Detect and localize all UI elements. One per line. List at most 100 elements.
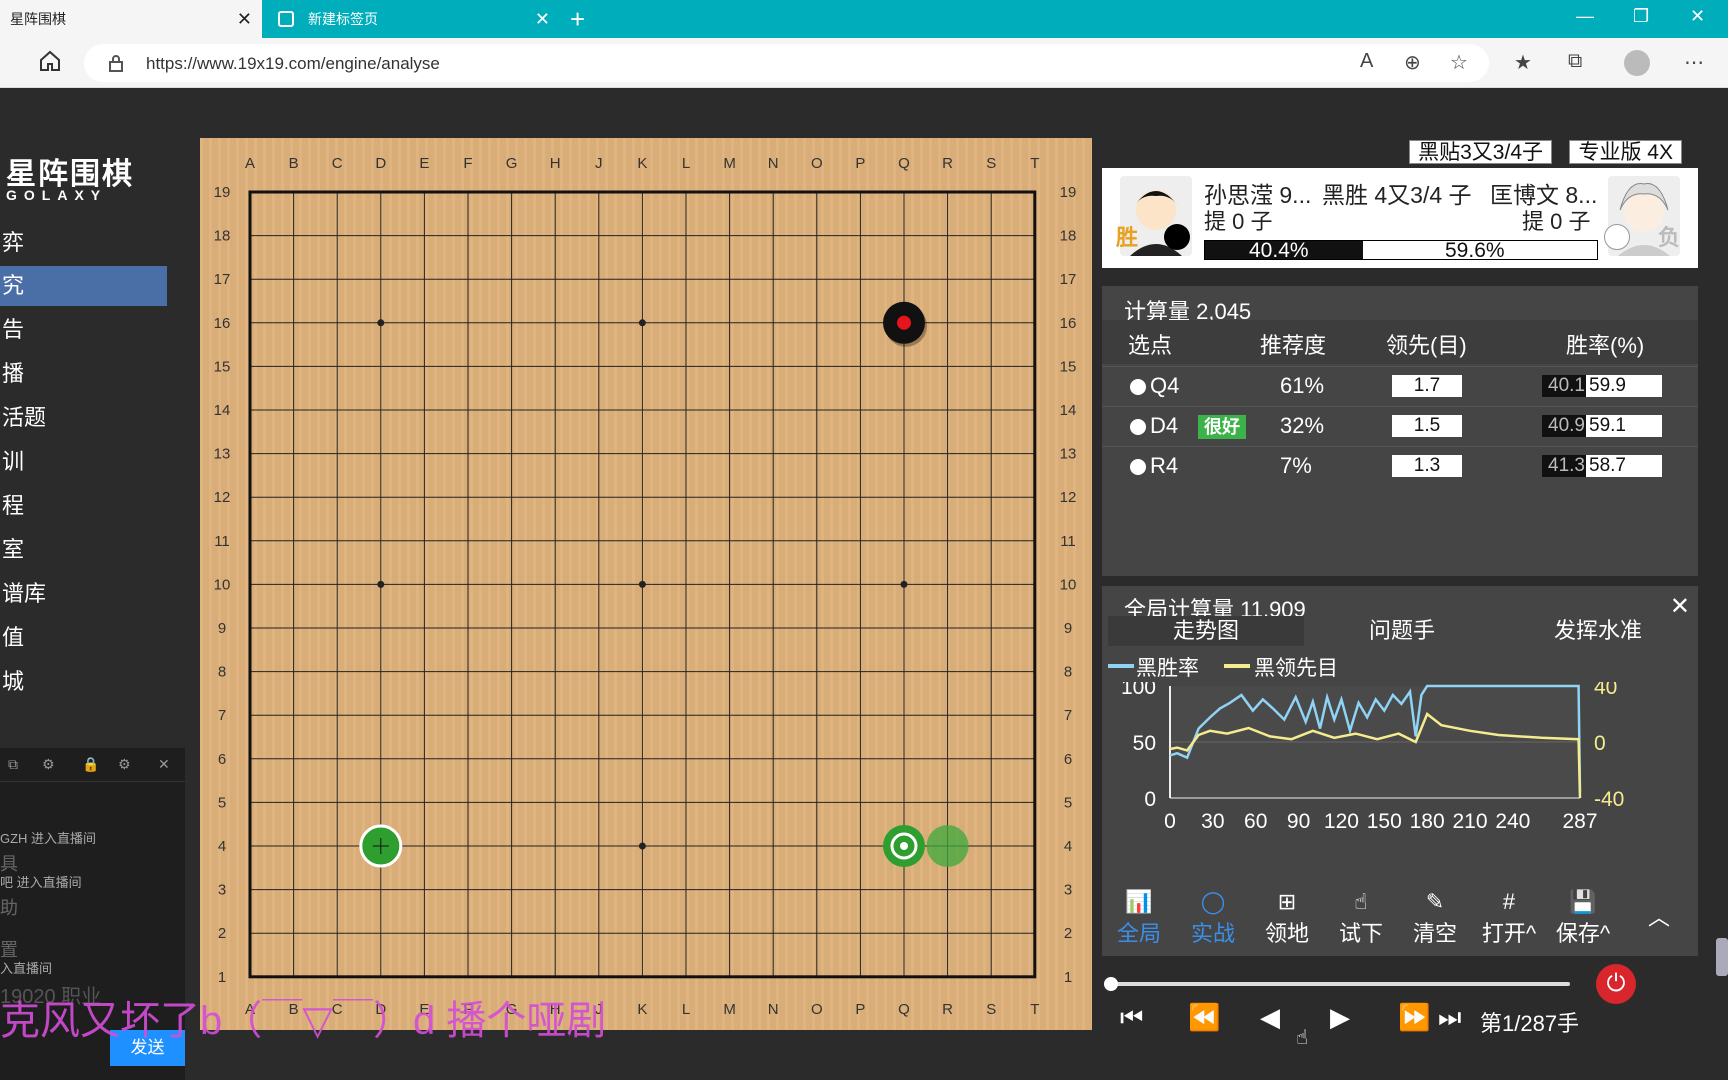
scroll-handle[interactable] [1716,938,1728,976]
row-label: 6 [218,751,226,768]
x-tick: 287 [1562,810,1597,833]
popout-icon[interactable]: ⧉ [8,756,18,773]
candidate-recommend: 61% [1280,373,1325,398]
row-label: 15 [214,358,231,375]
first-move-icon[interactable]: ⏮ [1120,1002,1143,1034]
black-winrate: 40.4% [1249,239,1309,262]
add-favorite-icon[interactable]: ☆ [1450,50,1468,75]
go-board[interactable]: AABBCCDDEEFFGGHHJJKKLLMMNNOOPPQQRRSSTT11… [200,138,1092,1030]
tool-open[interactable]: # 打开^ [1478,888,1540,948]
sidebar-item-3[interactable]: 播 [0,354,167,394]
row-label: 7 [1064,707,1072,724]
more-menu-icon[interactable]: ⋯ [1684,50,1704,75]
url-text[interactable]: https://www.19x19.com/engine/analyse [146,54,440,74]
tool-actual[interactable]: ◯ 实战 [1182,888,1244,948]
x-tick: 90 [1287,810,1310,833]
lock-chat-icon[interactable]: 🔒 [82,756,99,773]
tab-close-icon[interactable]: ✕ [535,9,550,29]
row-label: 14 [214,402,231,419]
tab-performance[interactable]: 发挥水准 [1500,616,1696,646]
sidebar-item-10[interactable]: 城 [0,662,167,702]
close-window-button[interactable]: ✕ [1690,6,1705,27]
slider-knob[interactable] [1104,977,1118,991]
candidate-move: D4 [1150,413,1179,438]
candidate-row[interactable]: D4 很好 32% 1.5 40.9 59.1 [1102,406,1698,446]
mute-icon[interactable]: ⚙ [42,756,55,773]
column-label: T [1030,1001,1039,1018]
row-label: 16 [214,315,231,332]
minimize-button[interactable]: — [1576,6,1594,27]
black-stone-icon [1164,224,1190,250]
row-label: 6 [1064,751,1072,768]
lock-icon [109,55,123,72]
tool-save[interactable]: 💾 保存^ [1552,888,1614,948]
zoom-icon[interactable]: ⊕ [1404,50,1421,75]
row-label: 8 [218,664,226,681]
tool-label: 清空 [1412,921,1457,946]
sidebar-item-7[interactable]: 室 [0,530,167,570]
tab-new-tab[interactable]: 新建标签页 ✕ [264,0,560,38]
star-point [377,580,385,588]
sidebar-item-9[interactable]: 值 [0,618,167,658]
save-icon: 💾 [1569,889,1597,914]
x-tick: 240 [1495,810,1530,833]
home-icon[interactable] [38,49,62,73]
row-label: 19 [214,184,231,201]
tool-clear[interactable]: ✎ 清空 [1404,888,1466,948]
version-badge[interactable]: 专业版 4X [1569,140,1682,164]
close-chat-icon[interactable]: ✕ [158,756,170,773]
tool-try[interactable]: ☝ 试下 [1330,888,1392,948]
sidebar-item-5[interactable]: 训 [0,442,167,482]
settings-icon[interactable]: ⚙ [118,756,131,773]
sidebar-item-0[interactable]: 弈 [0,223,167,263]
candidate-recommend: 32% [1280,413,1325,438]
restore-button[interactable]: ❐ [1633,6,1649,27]
sidebar-item-2[interactable]: 告 [0,310,167,350]
sidebar-item-4[interactable]: 活题 [0,398,167,438]
tab-problems[interactable]: 问题手 [1304,616,1500,646]
tool-global[interactable]: 📊 全局 [1108,888,1170,948]
wr-white: 59.9 [1589,375,1626,396]
row-label: 18 [214,228,231,245]
new-tab-button[interactable]: + [570,4,585,34]
move-slider[interactable] [1104,977,1570,991]
trend-chart[interactable]: 0 50 100 -40 0 40 0 30 60 90 120 150 180 210 240 287 [1102,682,1698,882]
back-icon[interactable]: ◀ [1260,1002,1280,1033]
komi-badge: 黑贴3又3/4子 [1409,140,1552,164]
profile-avatar-icon[interactable] [1624,50,1650,76]
collapse-button[interactable]: ︿ [1628,900,1690,932]
column-label: Q [898,155,910,172]
star-point [638,842,646,850]
forward-fast-icon[interactable]: ⏩ [1398,1002,1430,1033]
sidebar-item-8[interactable]: 谱库 [0,574,167,614]
x-tick: 60 [1244,810,1267,833]
tab-close-icon[interactable]: ✕ [237,9,252,29]
power-icon[interactable]: ⏻ [1596,964,1636,1004]
tab-trend[interactable]: 走势图 [1108,616,1304,646]
favorites-icon[interactable]: ★ [1514,50,1532,75]
browser-tab-bar: 星阵围棋 ✕ 新建标签页 ✕ + — ❐ ✕ [0,0,1728,38]
candidate-lead: 1.7 [1392,375,1462,397]
column-label: A [245,155,255,172]
column-label: N [768,1001,779,1018]
back-fast-icon[interactable]: ⏪ [1188,1002,1220,1033]
column-label: L [682,155,690,172]
circle-icon: ◯ [1200,889,1226,914]
candidate-row[interactable]: Q4 61% 1.7 40.1 59.9 [1102,366,1698,406]
collections-icon[interactable]: ⧉ [1568,50,1582,73]
tab-golaxy[interactable]: 星阵围棋 ✕ [0,0,262,38]
white-dot-icon [1130,419,1146,435]
read-aloud-icon[interactable]: A [1360,50,1373,73]
legend-swatch-winrate [1108,664,1134,668]
column-label: S [986,155,996,172]
sidebar-item-1[interactable]: 究 [0,266,167,306]
col-move: 选点 [1128,333,1173,358]
last-move-icon[interactable]: ⏭ [1438,1002,1461,1034]
column-label: L [682,1001,690,1018]
url-box[interactable]: https://www.19x19.com/engine/analyse [84,44,1489,82]
forward-icon[interactable]: ▶ [1330,1002,1350,1033]
sidebar-item-6[interactable]: 程 [0,486,167,526]
board-grid[interactable]: AABBCCDDEEFFGGHHJJKKLLMMNNOOPPQQRRSSTT1 1… [200,138,1092,1030]
tool-territory[interactable]: ⊞ 领地 [1256,888,1318,948]
candidate-row[interactable]: R4 7% 1.3 41.3 58.7 [1102,446,1698,486]
